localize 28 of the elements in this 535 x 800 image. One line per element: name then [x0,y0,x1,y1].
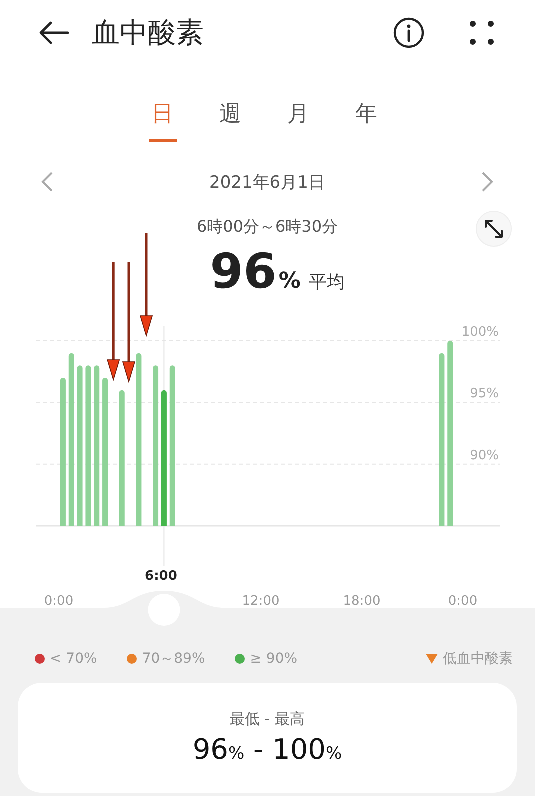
legend-label: < 70% [50,651,98,667]
legend-label: 70～89% [142,650,206,668]
page-title: 血中酸素 [92,15,204,51]
expand-icon [483,218,505,240]
period-tab[interactable]: 年 [352,98,380,142]
back-icon[interactable] [38,21,70,45]
period-tab[interactable]: 日 [148,98,176,142]
legend-label: ≥ 90% [250,651,298,667]
axis-label: 95% [470,386,499,402]
summary-range: 96% - 100% [192,733,342,766]
period-tab[interactable]: 月 [284,98,312,142]
time-range: 6時00分～6時30分 [196,216,338,238]
summary-label: 最低 - 最高 [230,710,305,729]
axis-label: 90% [470,448,499,464]
axis-label: 0:00 [448,594,478,609]
axis-label: 12:00 [242,594,280,609]
more-icon[interactable] [469,20,495,46]
axis-label: 0:00 [44,594,74,609]
date-label: 2021年6月1日 [210,172,326,194]
axis-label: 100% [462,325,499,340]
axis-label: 18:00 [343,594,381,609]
legend-label: 低血中酸素 [443,650,513,668]
expand-button[interactable] [476,211,512,247]
average-label: 平均 [308,271,345,294]
period-tab[interactable]: 週 [216,98,244,142]
info-icon[interactable] [393,17,425,49]
selected-time: 6:00 [145,569,178,584]
average-value: 96% [210,244,301,300]
